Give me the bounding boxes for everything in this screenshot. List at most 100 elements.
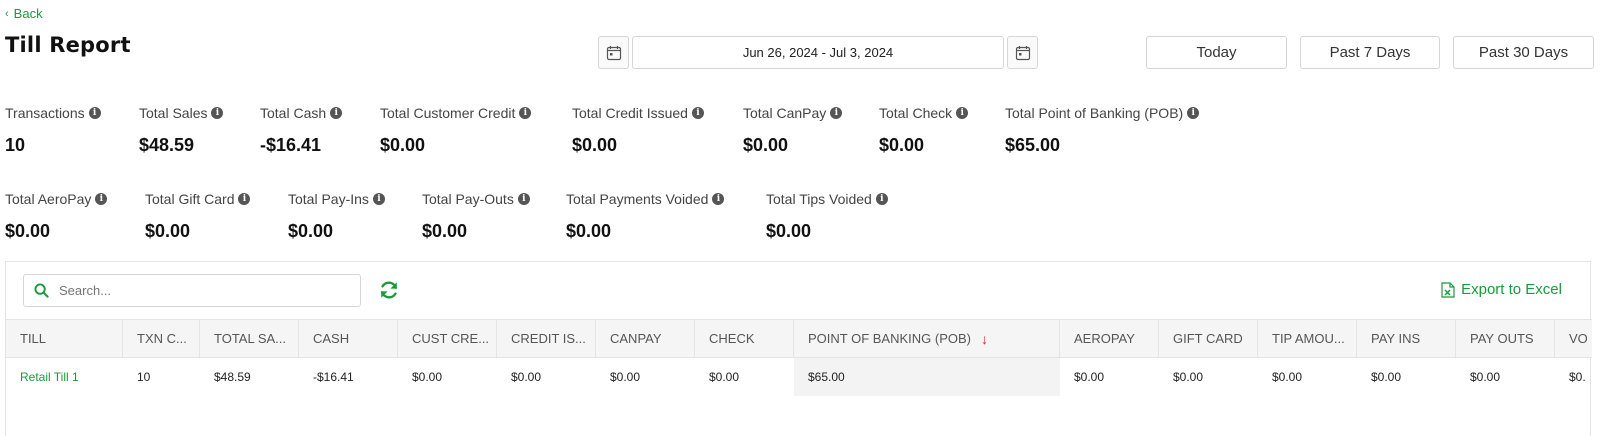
column-header-txn-count[interactable]: TXN C... (123, 320, 200, 357)
info-icon[interactable]: i (238, 193, 251, 205)
calendar-icon (1015, 45, 1030, 60)
stat-value: $48.59 (139, 135, 195, 155)
stat-label: Total AeroPay (5, 191, 92, 207)
stat-label: Total Pay-Ins (288, 191, 369, 207)
stat-total-gift-card: Total Gift Card i $0.00 (145, 191, 251, 242)
info-icon[interactable]: i (330, 107, 343, 119)
stat-label: Total Cash (260, 105, 327, 121)
stat-value: $0.00 (422, 221, 468, 241)
table-cell: -$16.41 (313, 370, 354, 384)
past-7-days-button[interactable]: Past 7 Days (1300, 36, 1440, 69)
stat-total-tips-voided: Total Tips Voided i $0.00 (766, 191, 888, 242)
table-cell: 10 (137, 370, 151, 384)
table-cell: $0.00 (1272, 370, 1303, 384)
search-icon (34, 283, 49, 298)
column-header-till[interactable]: TILL (6, 320, 123, 357)
stat-label: Total Payments Voided (566, 191, 709, 207)
info-icon[interactable]: i (95, 193, 108, 205)
export-label: Export to Excel (1461, 281, 1562, 298)
stat-value: $0.00 (145, 221, 191, 241)
stat-total-pob: Total Point of Banking (POB) i $65.00 (1005, 105, 1200, 156)
table-cell: $48.59 (214, 370, 251, 384)
stat-label: Total Credit Issued (572, 105, 688, 121)
date-range-picker: Jun 26, 2024 - Jul 3, 2024 (598, 36, 1038, 69)
column-header-pay-outs[interactable]: PAY OUTS (1456, 320, 1555, 357)
column-header-pay-ins[interactable]: PAY INS (1357, 320, 1456, 357)
start-calendar-button[interactable] (598, 36, 629, 69)
stat-label: Total Pay-Outs (422, 191, 514, 207)
table-cell: $0.00 (412, 370, 443, 384)
past-30-days-button[interactable]: Past 30 Days (1453, 36, 1594, 69)
quick-range-buttons: Today Past 7 Days Past 30 Days (1146, 36, 1594, 69)
column-header-aeropay[interactable]: AEROPAY (1060, 320, 1159, 357)
stat-value: $0.00 (572, 135, 618, 155)
chevron-left-icon: ‹ (5, 7, 9, 20)
stat-label: Transactions (5, 105, 85, 121)
table-cell: $0.00 (1173, 370, 1204, 384)
column-header-tip-amount[interactable]: TIP AMOU... (1258, 320, 1357, 357)
end-calendar-button[interactable] (1007, 36, 1038, 69)
stat-value: $65.00 (1005, 135, 1061, 155)
refresh-icon[interactable] (378, 279, 400, 301)
stat-total-canpay: Total CanPay i $0.00 (743, 105, 843, 156)
stat-value: $0.00 (879, 135, 925, 155)
info-icon[interactable]: i (211, 107, 224, 119)
column-header-cash[interactable]: CASH (299, 320, 398, 357)
today-button[interactable]: Today (1146, 36, 1287, 69)
column-header-canpay[interactable]: CANPAY (596, 320, 695, 357)
search-input[interactable] (59, 283, 339, 298)
stat-total-pay-outs: Total Pay-Outs i $0.00 (422, 191, 530, 242)
stat-label: Total Tips Voided (766, 191, 872, 207)
search-box (23, 274, 361, 307)
stat-total-aeropay: Total AeroPay i $0.00 (5, 191, 108, 242)
cell-till-link[interactable]: Retail Till 1 (6, 358, 123, 396)
stat-total-payments-voided: Total Payments Voided i $0.00 (566, 191, 725, 242)
table-header: TILL TXN C... TOTAL SA... CASH CUST CRE.… (6, 319, 1592, 358)
table-cell: $65.00 (794, 358, 1060, 396)
column-header-check[interactable]: CHECK (695, 320, 794, 357)
table-cell: $0.00 (1470, 370, 1501, 384)
info-icon[interactable]: i (1187, 107, 1200, 119)
export-to-excel-button[interactable]: Export to Excel (1441, 281, 1562, 298)
info-icon[interactable]: i (691, 107, 704, 119)
stat-label: Total Gift Card (145, 191, 235, 207)
stat-label: Total CanPay (743, 105, 827, 121)
info-icon[interactable]: i (517, 193, 530, 205)
table-cell: $0.00 (1074, 370, 1105, 384)
stat-label: Total Point of Banking (POB) (1005, 105, 1184, 121)
column-header-cust-credit[interactable]: CUST CRE... (398, 320, 497, 357)
column-header-voided[interactable]: VO (1555, 320, 1587, 357)
column-header-gift-card[interactable]: GIFT CARD (1159, 320, 1258, 357)
info-icon[interactable]: i (519, 107, 532, 119)
column-header-total-sales[interactable]: TOTAL SA... (200, 320, 299, 357)
info-icon[interactable]: i (875, 193, 888, 205)
till-table: TILL TXN C... TOTAL SA... CASH CUST CRE.… (6, 319, 1592, 396)
arrow-down-icon: ↓ (981, 330, 989, 347)
stat-label: Total Sales (139, 105, 208, 121)
table-cell: $0.00 (1371, 370, 1402, 384)
info-icon[interactable]: i (372, 193, 385, 205)
table-cell: $0.00 (610, 370, 641, 384)
stat-total-check: Total Check i $0.00 (879, 105, 969, 156)
table-row: Retail Till 1 10 $48.59 -$16.41 $0.00 $0… (6, 358, 1592, 396)
excel-icon (1441, 281, 1455, 298)
date-range-input[interactable]: Jun 26, 2024 - Jul 3, 2024 (632, 36, 1004, 69)
info-icon[interactable]: i (712, 193, 725, 205)
stat-value: $0.00 (743, 135, 789, 155)
stat-transactions: Transactions i 10 (5, 105, 101, 156)
stat-total-credit-issued: Total Credit Issued i $0.00 (572, 105, 704, 156)
info-icon[interactable]: i (88, 107, 101, 119)
table-cell: $0.00 (511, 370, 542, 384)
info-icon[interactable]: i (956, 107, 969, 119)
table-cell: $0.00 (709, 370, 740, 384)
stat-value: $0.00 (5, 221, 51, 241)
stat-value: $0.00 (566, 221, 612, 241)
page-title: Till Report (5, 33, 131, 57)
column-header-credit-issued[interactable]: CREDIT IS... (497, 320, 596, 357)
column-header-pob[interactable]: POINT OF BANKING (POB) ↓ (794, 320, 1060, 357)
till-table-panel: Export to Excel TILL TXN C... TOTAL SA..… (5, 261, 1592, 436)
stat-total-sales: Total Sales i $48.59 (139, 105, 224, 156)
stat-total-pay-ins: Total Pay-Ins i $0.00 (288, 191, 385, 242)
info-icon[interactable]: i (830, 107, 843, 119)
back-link[interactable]: ‹ Back (5, 6, 43, 21)
